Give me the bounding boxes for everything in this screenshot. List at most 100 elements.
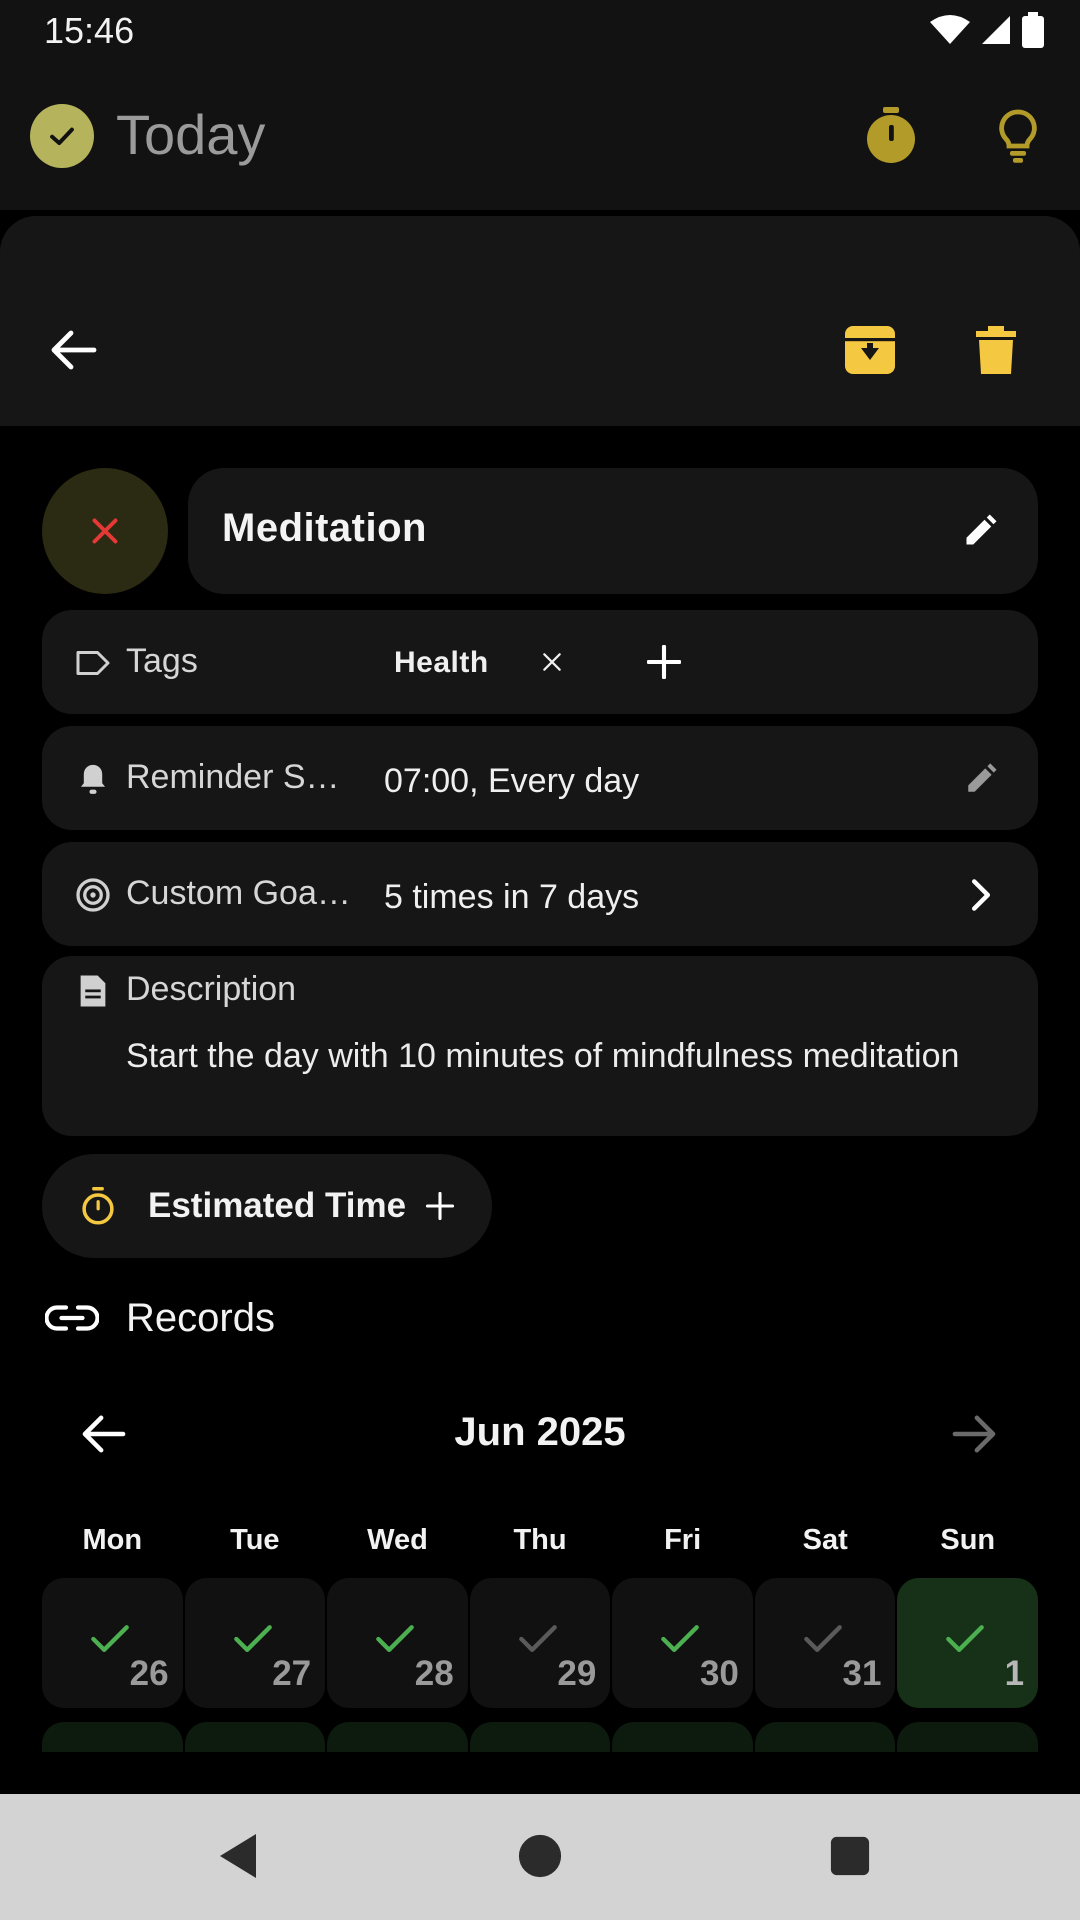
nav-home-button[interactable] [512, 1828, 568, 1884]
check-icon [376, 1625, 414, 1652]
calendar-month-label: Jun 2025 [454, 1410, 626, 1454]
chevron-right-icon [971, 879, 991, 911]
remove-tag-button[interactable] [532, 642, 572, 682]
square-recents-icon [830, 1836, 870, 1876]
calendar-day-cell[interactable] [754, 1722, 896, 1752]
calendar-day-cell[interactable] [327, 1722, 468, 1752]
tags-label: Tags [126, 642, 198, 680]
goal-row[interactable]: Custom Goa… 5 times in 7 days [42, 842, 1038, 946]
weekday-label: Mon [82, 1524, 143, 1556]
status-time: 15:46 [44, 10, 135, 51]
weekday-header: Mon Tue Wed Thu Fri Sat Sun [42, 1524, 1038, 1557]
stopwatch-icon [78, 1186, 118, 1226]
app-bar: Today [0, 62, 1080, 210]
calendar-day-number: 1 [1004, 1654, 1025, 1693]
calendar-day-30[interactable]: 30 [612, 1578, 753, 1708]
calendar-day-27[interactable]: 27 [184, 1578, 326, 1708]
calendar-day-number: 29 [557, 1654, 597, 1693]
link-icon [44, 1298, 100, 1338]
calendar-day-28[interactable]: 28 [327, 1578, 468, 1708]
weekday-label: Tue [230, 1524, 280, 1556]
reminder-label: Reminder S… [126, 758, 340, 796]
calendar-day-1[interactable]: 1 [897, 1578, 1039, 1708]
battery-icon [1022, 11, 1044, 53]
tips-button[interactable] [988, 106, 1048, 166]
wifi-icon [930, 14, 970, 51]
description-card[interactable]: Description Start the day with 10 minute… [42, 956, 1038, 1136]
habit-name: Meditation [222, 506, 427, 550]
close-icon [543, 653, 561, 671]
pencil-icon [968, 763, 997, 792]
mark-incomplete-button[interactable] [42, 468, 168, 594]
label-icon [74, 644, 112, 682]
reminder-value: 07:00, Every day [384, 762, 640, 800]
plus-icon [418, 1184, 462, 1228]
calendar-day-29[interactable]: 29 [469, 1578, 611, 1708]
estimated-time-label: Estimated Time [148, 1186, 407, 1225]
check-icon [946, 1625, 985, 1652]
calendar-day-26[interactable]: 26 [42, 1578, 183, 1708]
check-icon [233, 1625, 272, 1652]
tag-chip-health[interactable]: Health [394, 646, 489, 680]
calendar-day-number: 31 [842, 1654, 882, 1693]
signal-icon [980, 14, 1012, 51]
document-icon [74, 972, 112, 1010]
timer-button[interactable] [861, 106, 921, 166]
calendar-day-cell[interactable] [897, 1722, 1038, 1752]
calendar-week-partial [42, 1722, 1038, 1752]
next-month-button[interactable] [946, 1406, 1002, 1462]
check-icon [804, 1625, 842, 1652]
stopwatch-icon [867, 107, 915, 163]
description-label: Description [126, 970, 297, 1008]
weekday-label: Fri [664, 1524, 702, 1556]
weekday-label: Wed [367, 1524, 428, 1556]
tags-row: Tags Health [42, 610, 1038, 714]
nav-recents-button[interactable] [822, 1828, 878, 1884]
habit-name-card: Meditation [188, 468, 1038, 594]
triangle-back-icon [220, 1834, 256, 1878]
app-logo-check-icon [30, 104, 94, 168]
circle-home-icon [518, 1834, 562, 1878]
goal-value: 5 times in 7 days [384, 878, 640, 916]
calendar-day-31[interactable]: 31 [754, 1578, 896, 1708]
calendar-day-cell[interactable] [612, 1722, 753, 1752]
estimated-time-button[interactable]: Estimated Time [42, 1154, 492, 1258]
calendar-day-number: 27 [272, 1654, 312, 1693]
close-icon [92, 518, 118, 544]
archive-icon [845, 326, 895, 374]
weekday-label: Thu [513, 1524, 567, 1556]
calendar-day-cell[interactable] [469, 1722, 611, 1752]
calendar-day-number: 30 [699, 1654, 739, 1693]
add-tag-button[interactable] [640, 638, 688, 686]
check-icon [91, 1625, 129, 1652]
status-icons [930, 11, 1044, 53]
system-navigation-bar [0, 1794, 1080, 1920]
calendar-day-cell[interactable] [184, 1722, 326, 1752]
weekday-label: Sun [940, 1524, 996, 1556]
bell-icon [74, 760, 112, 798]
calendar-day-number: 28 [414, 1654, 454, 1693]
calendar-day-number: 26 [129, 1654, 169, 1693]
delete-button[interactable] [966, 320, 1026, 380]
target-icon [74, 876, 112, 914]
nav-back-button[interactable] [210, 1828, 266, 1884]
edit-reminder-button[interactable] [958, 756, 1004, 802]
detail-sheet-header [0, 216, 1080, 426]
reminder-row[interactable]: Reminder S… 07:00, Every day [42, 726, 1038, 830]
goal-label: Custom Goa… [126, 874, 351, 912]
records-title: Records [126, 1296, 275, 1340]
weekday-label: Sat [802, 1524, 848, 1556]
plus-icon [647, 645, 681, 679]
check-icon [518, 1625, 557, 1652]
status-bar: 15:46 [0, 0, 1080, 62]
arrow-left-icon [51, 330, 97, 370]
calendar-day-cell[interactable] [42, 1722, 183, 1752]
check-icon [661, 1625, 700, 1652]
trash-icon [976, 326, 1016, 374]
archive-button[interactable] [840, 320, 900, 380]
back-button[interactable] [44, 320, 104, 380]
goal-open-button[interactable] [958, 872, 1004, 918]
lightbulb-icon [999, 109, 1037, 163]
edit-name-button[interactable] [954, 505, 1006, 557]
pencil-icon [966, 514, 997, 545]
